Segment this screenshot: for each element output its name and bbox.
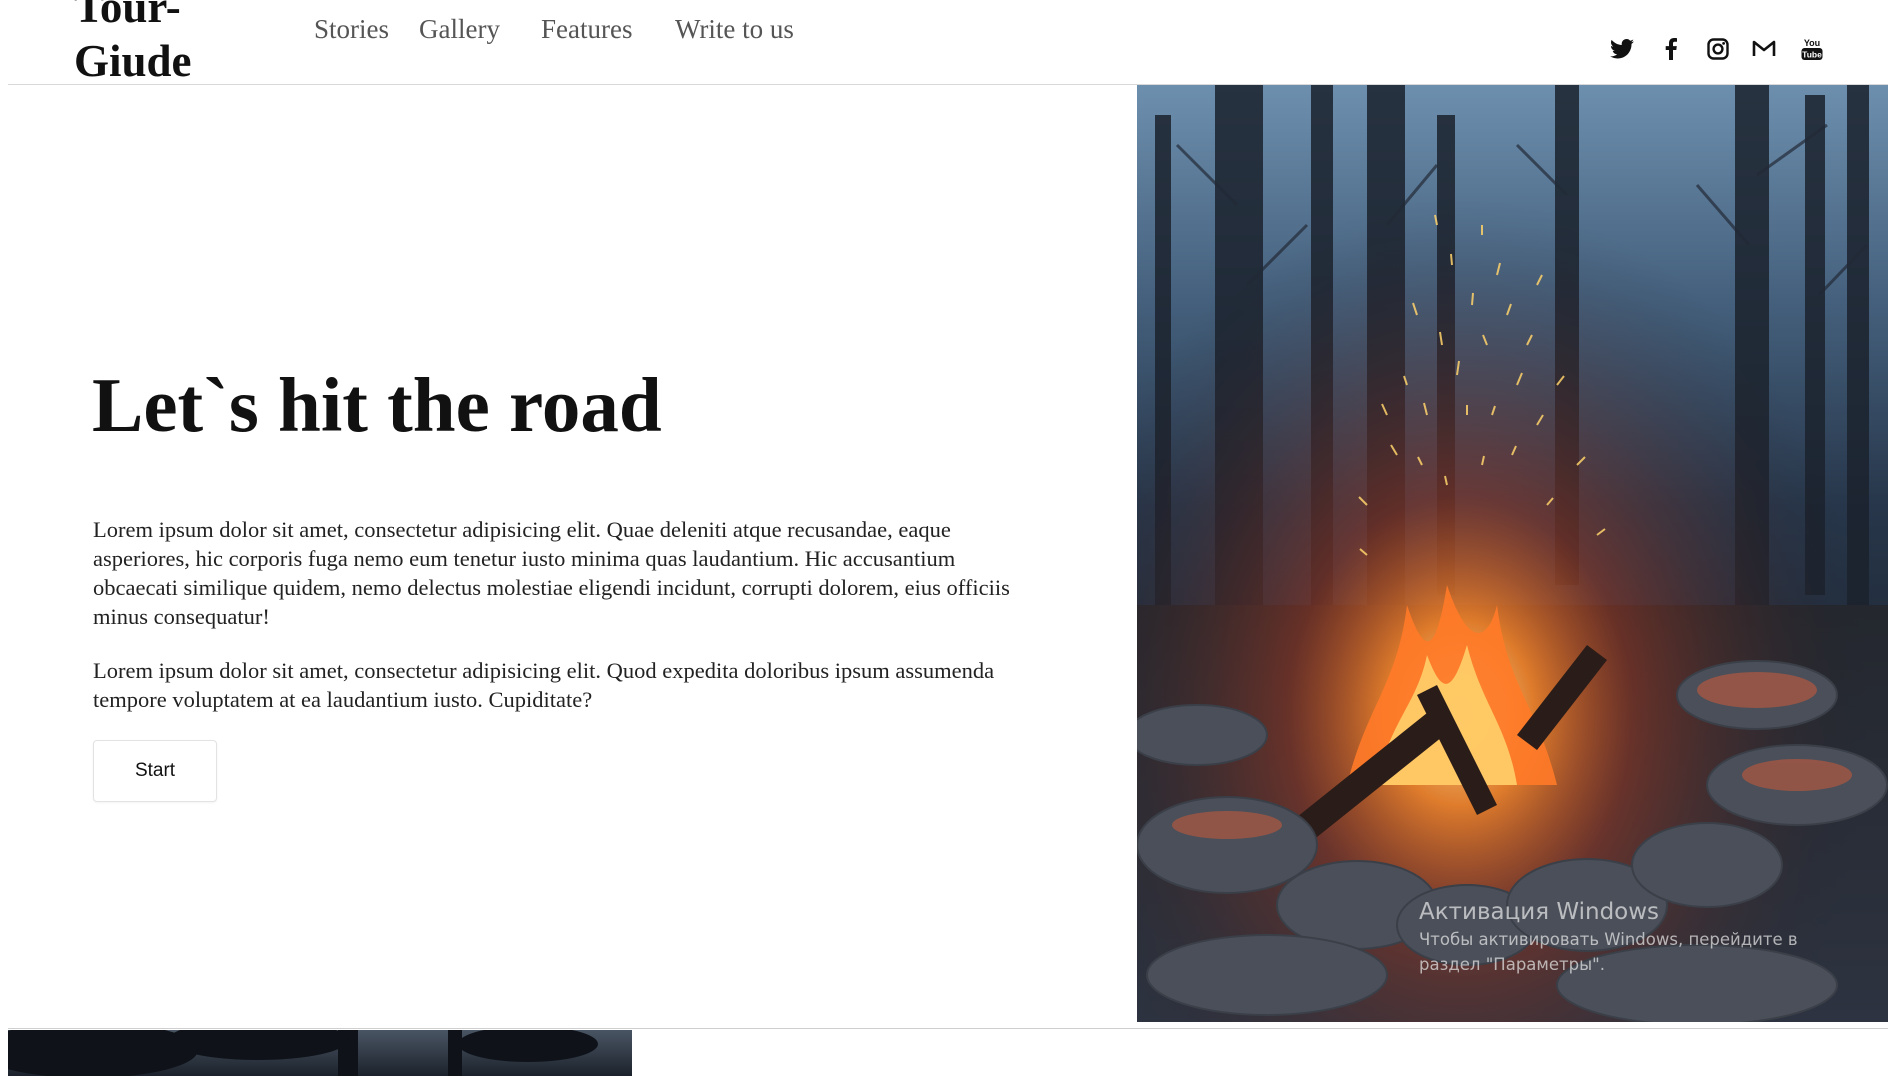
mail-icon[interactable] xyxy=(1749,34,1779,64)
hero-paragraph-1: Lorem ipsum dolor sit amet, consectetur … xyxy=(93,517,1010,629)
section-divider xyxy=(8,1028,1888,1029)
svg-text:Tube: Tube xyxy=(1802,50,1822,60)
start-button[interactable]: Start xyxy=(93,740,217,802)
nav-features-link[interactable]: Features xyxy=(541,12,632,47)
forest-image-preview xyxy=(8,1030,632,1076)
hero-title: Let`s hit the road xyxy=(92,362,662,448)
hero-paragraph-2: Lorem ipsum dolor sit amet, consectetur … xyxy=(93,658,995,712)
site-logo[interactable]: Tour-Giude xyxy=(74,0,234,88)
svg-text:You: You xyxy=(1804,38,1820,48)
instagram-icon[interactable] xyxy=(1703,34,1733,64)
youtube-icon[interactable]: You Tube xyxy=(1797,34,1827,64)
nav-stories-link[interactable]: Stories xyxy=(314,12,389,47)
campfire-image xyxy=(1137,85,1888,1022)
facebook-icon[interactable] xyxy=(1656,34,1686,64)
nav-gallery-link[interactable]: Gallery xyxy=(419,12,500,47)
twitter-icon[interactable] xyxy=(1607,34,1637,64)
site-header: Tour-Giude Stories Gallery Features Writ… xyxy=(8,0,1888,88)
nav-write-to-us-link[interactable]: Write to us xyxy=(675,12,795,47)
